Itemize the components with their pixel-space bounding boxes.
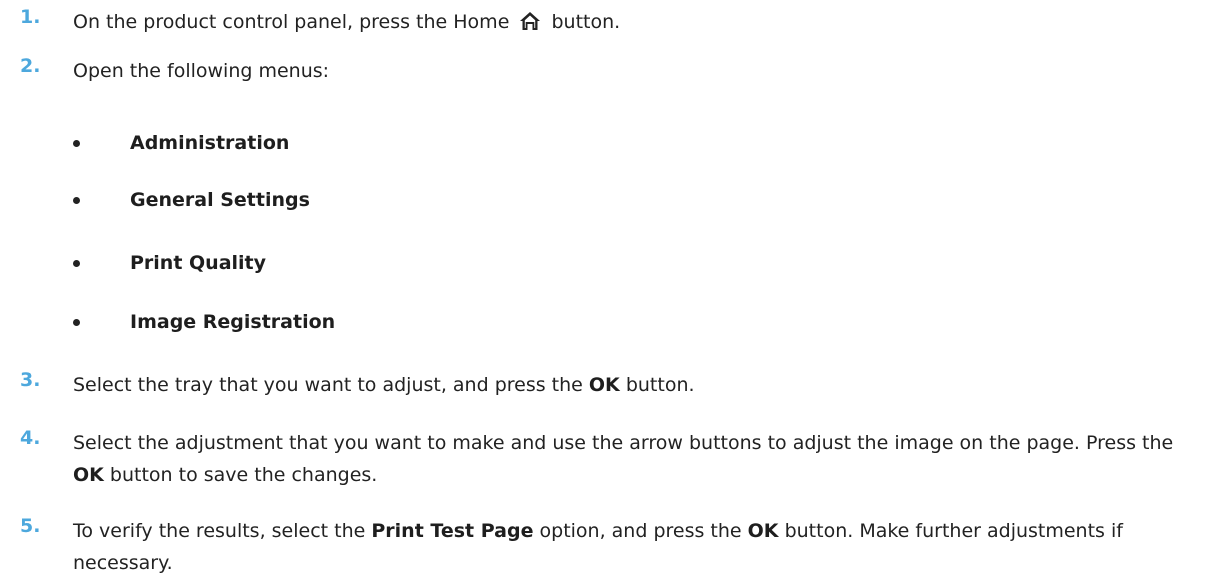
bullet-dot bbox=[73, 140, 80, 147]
step-number: 4. bbox=[20, 427, 41, 449]
step-text: On the product control panel, press the … bbox=[73, 11, 621, 33]
step-text: Select the tray that you want to adjust,… bbox=[73, 374, 695, 396]
bullet-dot bbox=[73, 260, 80, 267]
bullet-dot bbox=[73, 319, 80, 326]
instructions-page: 1. On the product control panel, press t… bbox=[0, 0, 1207, 580]
home-icon bbox=[520, 12, 541, 30]
menu-name: Image Registration bbox=[130, 311, 336, 333]
ok-label: OK bbox=[588, 374, 620, 396]
step-text: To verify the results, select the Print … bbox=[73, 520, 1129, 574]
ok-label: OK bbox=[73, 464, 104, 486]
step-number: 3. bbox=[20, 369, 41, 391]
menu-name: Administration bbox=[130, 132, 290, 154]
bullet-dot bbox=[73, 197, 80, 204]
step-number: 5. bbox=[20, 515, 41, 537]
step-number: 1. bbox=[20, 6, 41, 28]
step-text: Select the adjustment that you want to m… bbox=[73, 432, 1180, 486]
print-test-page-label: Print Test Page bbox=[371, 520, 534, 542]
step-number: 2. bbox=[20, 55, 41, 77]
step-text: Open the following menus: bbox=[73, 60, 330, 82]
menu-name: Print Quality bbox=[130, 252, 267, 274]
ok-label: OK bbox=[747, 520, 779, 542]
menu-name: General Settings bbox=[130, 189, 310, 211]
